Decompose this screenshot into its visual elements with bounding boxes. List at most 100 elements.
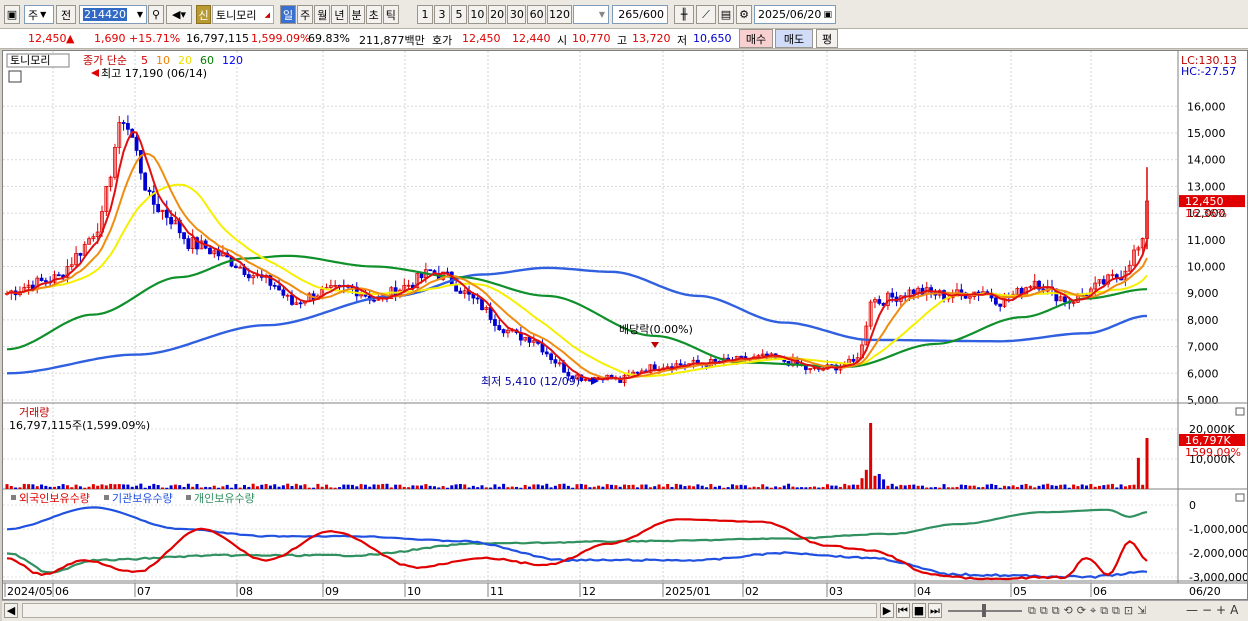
volume-bar — [942, 484, 946, 489]
period-tab[interactable]: 주 — [297, 5, 314, 24]
prev-button[interactable]: 전 — [56, 5, 76, 24]
volume-bar — [635, 487, 639, 489]
volume-bar — [726, 487, 730, 489]
volume-bar — [424, 484, 428, 489]
first-icon[interactable]: ⏮ — [896, 603, 910, 618]
sell-button[interactable]: 매도 — [775, 29, 813, 48]
candle-body — [363, 294, 368, 297]
volume-bar — [584, 484, 588, 489]
volume-bar — [528, 486, 531, 489]
interval-tab[interactable]: 120 — [546, 5, 573, 24]
candle-body — [544, 351, 549, 355]
chart-area[interactable]: 16,000 15,000 14,000 13,000 12,000 11,000 10,0… — [2, 50, 1248, 600]
candle-body — [277, 285, 281, 291]
period-tab[interactable]: 년 — [331, 5, 348, 24]
search-icon[interactable]: ⚲ — [148, 5, 164, 24]
low-value: 10,650 — [693, 32, 732, 45]
candle-body — [126, 123, 130, 130]
period-tab[interactable]: 초 — [365, 5, 382, 24]
volume-bar — [761, 484, 765, 489]
stop-icon[interactable]: ■ — [912, 603, 926, 618]
volume-bar — [769, 487, 773, 489]
x-tick: 11 — [490, 585, 504, 598]
window-icon[interactable]: ▣ — [4, 5, 20, 24]
speaker-icon[interactable]: ◀▾ — [166, 5, 192, 24]
volume-bar — [299, 485, 303, 489]
code-input[interactable]: 214420 ▼ — [79, 5, 147, 24]
current-pct-text: 16.36% — [1185, 207, 1227, 220]
period-tab[interactable]: 틱 — [382, 5, 399, 24]
interval-tab[interactable]: 1 — [417, 5, 433, 24]
volume-bar — [787, 483, 791, 489]
volume-bar — [307, 487, 311, 489]
buy-button[interactable]: 매수 — [739, 29, 773, 48]
chart-svg[interactable]: 16,00015,00014,00013,00012,00011,00010,0… — [3, 51, 1248, 599]
volume-bar — [908, 484, 911, 489]
volume-bar — [523, 484, 527, 489]
horizontal-scrollbar[interactable]: ◀ ▶ ⏮ ■ ⏭ ⧉⧉⧉⟲⟳⌖⧉⧉⊡⇲ —−+A — [2, 600, 1248, 621]
volume-bar — [994, 485, 998, 489]
line-tool-icon[interactable]: ⟋ — [696, 5, 716, 24]
volume-bar — [756, 487, 760, 489]
volume-bar — [1136, 457, 1140, 489]
eval-button[interactable]: 평 — [816, 29, 838, 48]
high-value: 13,720 — [632, 32, 671, 45]
market-select[interactable]: 주 ▼ — [24, 5, 54, 24]
volume-bar — [981, 487, 985, 489]
volume-bar — [96, 485, 100, 489]
volume-bar — [532, 484, 536, 489]
volume-bar — [864, 469, 868, 489]
volume-bar — [428, 485, 432, 489]
count-field[interactable]: 265/600 — [612, 5, 668, 24]
candle-icon[interactable]: ╫ — [674, 5, 694, 24]
interval-tab[interactable]: 60 — [527, 5, 546, 24]
zoom-slider-handle[interactable] — [982, 604, 986, 617]
volume-bar — [925, 487, 929, 489]
interval-tab[interactable]: 10 — [468, 5, 487, 24]
volume-bar — [61, 484, 65, 489]
interval-tab[interactable]: 20 — [487, 5, 507, 24]
volume-bar — [536, 484, 540, 489]
ask-label: 호가 — [432, 34, 453, 47]
interval-select[interactable]: ▼ — [573, 5, 609, 24]
volume-bar — [489, 487, 493, 489]
scroll-right-icon[interactable]: ▶ — [880, 603, 894, 618]
period-tab[interactable]: 일 — [280, 5, 297, 24]
x-tick: 02 — [745, 585, 759, 598]
tool-icons[interactable]: ⧉⧉⧉⟲⟳⌖⧉⧉⊡⇲ — [1028, 604, 1150, 618]
volume-bar — [109, 483, 113, 489]
volume-bar — [817, 487, 821, 489]
gear-icon[interactable]: ⚙ — [736, 5, 752, 24]
volume-bar — [903, 485, 907, 489]
last-icon[interactable]: ⏭ — [928, 603, 942, 618]
volume-bar — [117, 484, 121, 489]
stock-name: 토니모리 ◢ — [212, 5, 274, 24]
candle-body — [428, 269, 433, 272]
holding-tick: -3,000,000 — [1189, 571, 1247, 584]
volume-bar — [467, 487, 471, 489]
zoom-controls[interactable]: —−+A — [1186, 603, 1242, 617]
market-value: 주 — [28, 8, 39, 22]
period-tab[interactable]: 월 — [314, 5, 331, 24]
interval-tab[interactable]: 5 — [451, 5, 467, 24]
interval-tab[interactable]: 3 — [434, 5, 450, 24]
volume-bar — [5, 484, 9, 489]
volume-bar — [1067, 487, 1071, 489]
candle-body — [281, 289, 286, 296]
period-tab[interactable]: 분 — [348, 5, 365, 24]
scroll-thumb[interactable] — [22, 603, 877, 618]
volume-bar — [65, 485, 69, 489]
volume-bar — [851, 484, 855, 489]
save-icon[interactable]: ▤ — [718, 5, 734, 24]
volume-bar — [368, 486, 372, 489]
count-total: /600 — [639, 8, 664, 21]
ma-legend-item: 120 — [222, 54, 243, 67]
volume-bar — [1024, 483, 1028, 489]
x-tick: 08 — [239, 585, 253, 598]
volume-bar — [70, 487, 74, 489]
interval-tab[interactable]: 30 — [507, 5, 527, 24]
scroll-left-icon[interactable]: ◀ — [4, 603, 18, 618]
volume-bar — [847, 485, 851, 489]
volume-bar — [1093, 486, 1097, 489]
date-field[interactable]: 2025/06/20 ▣ — [754, 5, 836, 24]
